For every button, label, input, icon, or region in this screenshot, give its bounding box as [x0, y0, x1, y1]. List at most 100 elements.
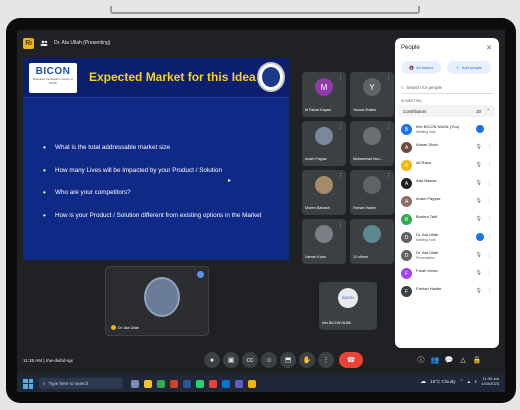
more-options-icon[interactable]: ⋮	[487, 162, 492, 168]
mic-off-icon: 🎙	[475, 180, 482, 186]
chevron-up-icon[interactable]: ⌃	[459, 379, 463, 385]
more-options-icon[interactable]: ⋮	[338, 173, 343, 179]
clock[interactable]: 11:35 am 1/10/2023	[481, 376, 499, 387]
avatar: D	[401, 232, 412, 243]
taskbar-search[interactable]: ⌕ Type here to search	[39, 378, 123, 389]
chevron-up-icon[interactable]: ⌃	[486, 108, 490, 114]
activities-icon[interactable]: △	[457, 352, 469, 368]
more-options-icon[interactable]: ⋮	[487, 180, 492, 186]
speaker-photo	[144, 277, 180, 317]
search-icon: ⌕	[43, 381, 46, 386]
search-input[interactable]: Search for people	[407, 85, 443, 90]
network-icon[interactable]: ▴	[468, 379, 471, 385]
self-view-tile[interactable]: Dr. Ata Ullah	[105, 266, 209, 336]
contributors-count: 20	[476, 108, 481, 114]
task-view-icon[interactable]	[131, 379, 139, 388]
all-muted-button[interactable]: 🔇 All muted	[401, 61, 441, 74]
whatsapp-icon[interactable]	[196, 379, 204, 388]
list-item[interactable]: A Ahsan Shah 🎙 ⋮	[401, 139, 495, 157]
excel-icon[interactable]	[157, 379, 165, 388]
edge-icon[interactable]	[222, 379, 230, 388]
mic-off-icon: 🎙	[475, 252, 482, 258]
mic-button[interactable]: ●	[204, 352, 220, 368]
more-options-icon[interactable]: ⋮	[386, 124, 391, 130]
list-item[interactable]: D Dr. Ata Ullah Presentation 🎙 ⋮	[401, 247, 495, 265]
camera-button[interactable]: ▣	[223, 352, 239, 368]
weather-text: 19°C Cloudy	[430, 379, 456, 385]
people-icon	[40, 40, 48, 46]
people-search[interactable]: ⌕ Search for people	[401, 81, 493, 94]
list-item[interactable]: A Anam Fayyaz 🎙 ⋮	[401, 193, 495, 211]
participant-tile[interactable]: ⋮ Farhan Haider	[350, 170, 394, 215]
more-options-icon[interactable]: ⋮	[338, 75, 343, 81]
add-people-button[interactable]: ＋ Add people	[447, 61, 491, 74]
chat-icon[interactable]: 💬	[443, 352, 455, 368]
more-options-icon[interactable]: ⋮	[487, 252, 492, 258]
account-badge[interactable]: Ri	[23, 37, 34, 49]
teams-icon[interactable]	[235, 379, 243, 388]
participant-name: M Fahad Kayani	[305, 108, 332, 112]
more-options-icon[interactable]: ⋮	[487, 216, 492, 222]
list-item[interactable]: B Bushra Tarif 🎙 ⋮	[401, 211, 495, 229]
people-panel-icon[interactable]: 👥	[429, 352, 441, 368]
emoji-button[interactable]: ☺	[261, 352, 277, 368]
list-item[interactable]: D Dr. Ata Ullah Meeting host ⋮	[401, 229, 495, 247]
meeting-info: 11:35 AM | mw-dwhd-ajx	[23, 358, 73, 363]
host-controls-icon[interactable]: 🔒	[471, 352, 483, 368]
more-options-icon[interactable]: ⋮	[487, 126, 492, 132]
list-item[interactable]: A Ali Raza 🎙 ⋮	[401, 157, 495, 175]
avatar: A	[401, 196, 412, 207]
list-item[interactable]: A Atta Nawaz 🎙 ⋮	[401, 175, 495, 193]
others-tile[interactable]: 10 others	[350, 219, 394, 264]
bullet-item: What is the total addressable market siz…	[43, 144, 283, 153]
file-explorer-icon[interactable]	[144, 379, 152, 388]
more-options-icon[interactable]: ⋮	[338, 124, 343, 130]
taskbar-apps	[131, 379, 256, 388]
avatar	[315, 225, 333, 243]
list-item[interactable]: F Farhan Haider 🎙 ⋮	[401, 283, 495, 301]
app-icon[interactable]	[248, 379, 256, 388]
raise-hand-button[interactable]: ✋	[299, 352, 315, 368]
more-options-icon[interactable]: ⋮	[386, 75, 391, 81]
captions-button[interactable]: cc	[242, 352, 258, 368]
participant-tile[interactable]: ⋮ Moeen Baloach	[302, 170, 346, 215]
close-icon[interactable]: ✕	[486, 44, 492, 52]
participant-tile[interactable]: ⋮ Usman Khan	[302, 219, 346, 264]
volume-icon[interactable]: ◖	[474, 379, 477, 385]
participant-name: Muhammad Nou...	[353, 157, 383, 161]
participant-tile[interactable]: Y ⋮ Yousra Shaikh	[350, 72, 394, 117]
more-options-icon[interactable]: ⋮	[487, 198, 492, 204]
list-item[interactable]: F Farah Imran 🎙 ⋮	[401, 265, 495, 283]
more-options-icon[interactable]: ⋮	[487, 144, 492, 150]
participant-tile[interactable]: BICON Info BICON NUML	[319, 282, 377, 330]
bullet-item: Who are your competitors?	[43, 189, 283, 198]
present-button[interactable]: ⬒	[280, 352, 296, 368]
more-options-button[interactable]: ⋮	[318, 352, 334, 368]
leave-call-button[interactable]: ☎	[339, 352, 363, 368]
contributors-section[interactable]: Contributors 20 ⌃	[399, 105, 495, 117]
word-icon[interactable]	[183, 379, 191, 388]
more-options-icon[interactable]: ⋮	[386, 173, 391, 179]
participant-tile[interactable]: ⋮ Anam Fayyaz	[302, 121, 346, 166]
info-icon[interactable]: ⓘ	[415, 352, 427, 368]
windows-taskbar: ⌕ Type here to search ☁ 19°C Cloudy ⌃ ▴ ◖…	[17, 375, 505, 392]
windows-start-icon[interactable]	[23, 378, 33, 389]
more-options-icon[interactable]: ⋮	[338, 222, 343, 228]
speaking-indicator-icon	[197, 271, 204, 278]
meet-window: Ri Dr. Ata Ullah (Presenting) BICON Busi…	[17, 30, 505, 375]
more-options-icon[interactable]: ⋮	[487, 234, 492, 240]
more-options-icon[interactable]: ⋮	[487, 270, 492, 276]
avatar: BICON	[338, 288, 358, 308]
participant-tile[interactable]: M ⋮ M Fahad Kayani	[302, 72, 346, 117]
university-seal	[257, 62, 285, 92]
chrome-icon[interactable]	[209, 379, 217, 388]
avatar: F	[401, 286, 412, 297]
participant-tile[interactable]: ⋮ Muhammad Nou...	[350, 121, 394, 166]
list-item[interactable]: B Info BICON NUML (You) Meeting host ⋮	[401, 121, 495, 139]
slide-bullets: What is the total addressable market siz…	[43, 144, 283, 234]
avatar: M	[315, 78, 333, 96]
speaking-icon	[476, 125, 484, 133]
powerpoint-icon[interactable]	[170, 379, 178, 388]
taskbar-search-input[interactable]: Type here to search	[49, 381, 89, 386]
more-options-icon[interactable]: ⋮	[487, 288, 492, 294]
